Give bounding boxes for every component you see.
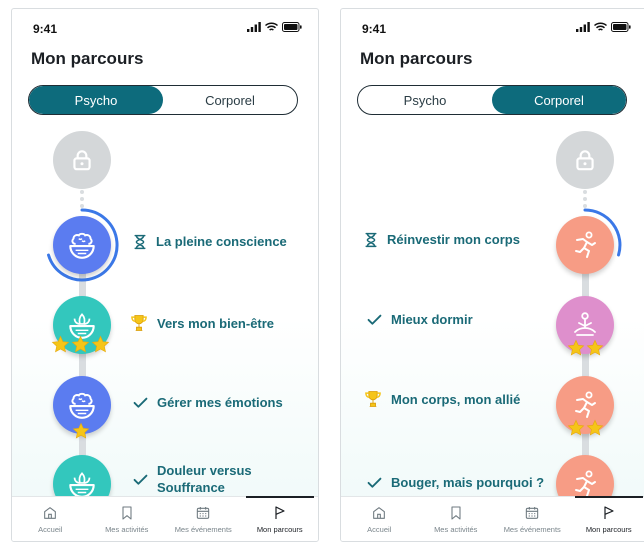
step-locked xyxy=(53,131,111,189)
step-item[interactable]: Douleur versus Souffrance xyxy=(132,462,267,496)
path-dot xyxy=(80,190,84,194)
trophy-icon xyxy=(363,389,383,409)
tab-psycho[interactable]: Psycho xyxy=(358,86,492,114)
meditation-icon xyxy=(569,309,601,341)
star-icon xyxy=(586,419,604,437)
signal-icon xyxy=(576,22,590,32)
tab-accueil[interactable]: Accueil xyxy=(341,497,418,541)
step-node[interactable] xyxy=(53,216,111,274)
status-time: 9:41 xyxy=(362,22,387,36)
check-icon xyxy=(132,394,149,411)
check-icon xyxy=(132,471,149,488)
status-time: 9:41 xyxy=(33,22,58,36)
brain-bowl-icon xyxy=(65,388,99,422)
brain-bowl-icon xyxy=(65,228,99,262)
flag-icon xyxy=(601,505,617,521)
bookmark-icon xyxy=(119,505,135,521)
wifi-icon xyxy=(594,22,607,31)
tab-mes-activites[interactable]: Mes activités xyxy=(89,497,166,541)
running-figure-icon xyxy=(569,389,601,421)
home-icon xyxy=(371,505,387,521)
status-icons xyxy=(247,22,302,32)
star-icon xyxy=(586,339,604,357)
step-label: Douleur versus Souffrance xyxy=(157,463,252,495)
step-label: Bouger, mais pourquoi ? xyxy=(391,475,545,490)
status-icons xyxy=(576,22,631,32)
step-stars xyxy=(567,339,604,357)
tab-label: Mes événements xyxy=(174,524,232,534)
flag-icon xyxy=(272,505,288,521)
tab-mon-parcours[interactable]: Mon parcours xyxy=(571,496,644,541)
calendar-icon xyxy=(524,505,540,521)
star-icon xyxy=(51,335,70,354)
page-title: Mon parcours xyxy=(360,49,473,68)
tab-label: Mes événements xyxy=(503,524,561,534)
tab-label: Accueil xyxy=(367,524,392,534)
tab-mes-activites[interactable]: Mes activités xyxy=(418,497,495,541)
step-node[interactable] xyxy=(556,216,614,274)
step-item[interactable]: Réinvestir mon corps xyxy=(363,231,520,248)
star-icon xyxy=(91,335,110,354)
tab-label: Mes activités xyxy=(434,524,478,534)
status-bar: 9:41 xyxy=(12,9,318,49)
phone-screen-psycho: 9:41 Mon parcours Psycho Corporel La ple… xyxy=(11,8,319,542)
step-label: Mon corps, mon allié xyxy=(391,391,521,407)
segmented-control: Psycho Corporel xyxy=(357,85,627,115)
tab-corporel[interactable]: Corporel xyxy=(163,86,297,114)
path-dot xyxy=(80,197,84,201)
tab-label: Mes activités xyxy=(105,524,149,534)
star-icon xyxy=(71,335,90,354)
tab-label: Mon parcours xyxy=(585,524,632,534)
star-icon xyxy=(567,419,585,437)
star-icon xyxy=(567,339,585,357)
step-stars xyxy=(567,419,604,437)
home-icon xyxy=(42,505,58,521)
step-item[interactable]: Mieux dormir xyxy=(366,311,473,328)
status-bar: 9:41 xyxy=(341,9,644,49)
battery-icon xyxy=(611,22,631,32)
page-title: Mon parcours xyxy=(31,49,144,68)
hourglass-icon xyxy=(363,232,379,248)
path-dot xyxy=(583,197,587,201)
tab-mon-parcours[interactable]: Mon parcours xyxy=(242,496,319,541)
tab-accueil[interactable]: Accueil xyxy=(12,497,89,541)
signal-icon xyxy=(247,22,261,32)
check-icon xyxy=(366,311,383,328)
step-label: La pleine conscience xyxy=(156,234,287,249)
step-label: Mieux dormir xyxy=(391,312,473,327)
hourglass-icon xyxy=(132,234,148,250)
step-item[interactable]: Gérer mes émotions xyxy=(132,394,283,411)
step-item[interactable]: La pleine conscience xyxy=(132,233,287,250)
tab-psycho[interactable]: Psycho xyxy=(29,86,163,114)
bookmark-icon xyxy=(448,505,464,521)
trophy-icon xyxy=(129,313,149,333)
tab-bar: Accueil Mes activités Mes événements Mon… xyxy=(341,496,644,541)
running-figure-icon xyxy=(569,229,601,261)
step-item[interactable]: Mon corps, mon allié xyxy=(363,389,520,409)
step-label: Vers mon bien-être xyxy=(157,315,275,331)
tab-bar: Accueil Mes activités Mes événements Mon… xyxy=(12,496,318,541)
path-dot xyxy=(583,190,587,194)
tab-corporel[interactable]: Corporel xyxy=(492,86,626,114)
tab-label: Accueil xyxy=(38,524,63,534)
check-icon xyxy=(366,474,383,491)
lock-icon xyxy=(69,147,95,173)
tab-label: Mon parcours xyxy=(256,524,303,534)
step-stars xyxy=(72,422,90,440)
tab-mes-evenements[interactable]: Mes événements xyxy=(165,497,242,541)
wifi-icon xyxy=(265,22,278,31)
step-label: Réinvestir mon corps xyxy=(387,232,520,247)
calendar-icon xyxy=(195,505,211,521)
phone-screen-corporel: 9:41 Mon parcours Psycho Corporel Réinve… xyxy=(340,8,644,542)
step-item[interactable]: Vers mon bien-être xyxy=(129,313,274,333)
star-icon xyxy=(72,422,90,440)
lock-icon xyxy=(572,147,598,173)
segmented-control: Psycho Corporel xyxy=(28,85,298,115)
step-stars xyxy=(51,335,110,354)
tab-mes-evenements[interactable]: Mes événements xyxy=(494,497,571,541)
step-item[interactable]: Bouger, mais pourquoi ? xyxy=(366,474,544,491)
battery-icon xyxy=(282,22,302,32)
step-label: Gérer mes émotions xyxy=(157,395,283,410)
step-locked xyxy=(556,131,614,189)
